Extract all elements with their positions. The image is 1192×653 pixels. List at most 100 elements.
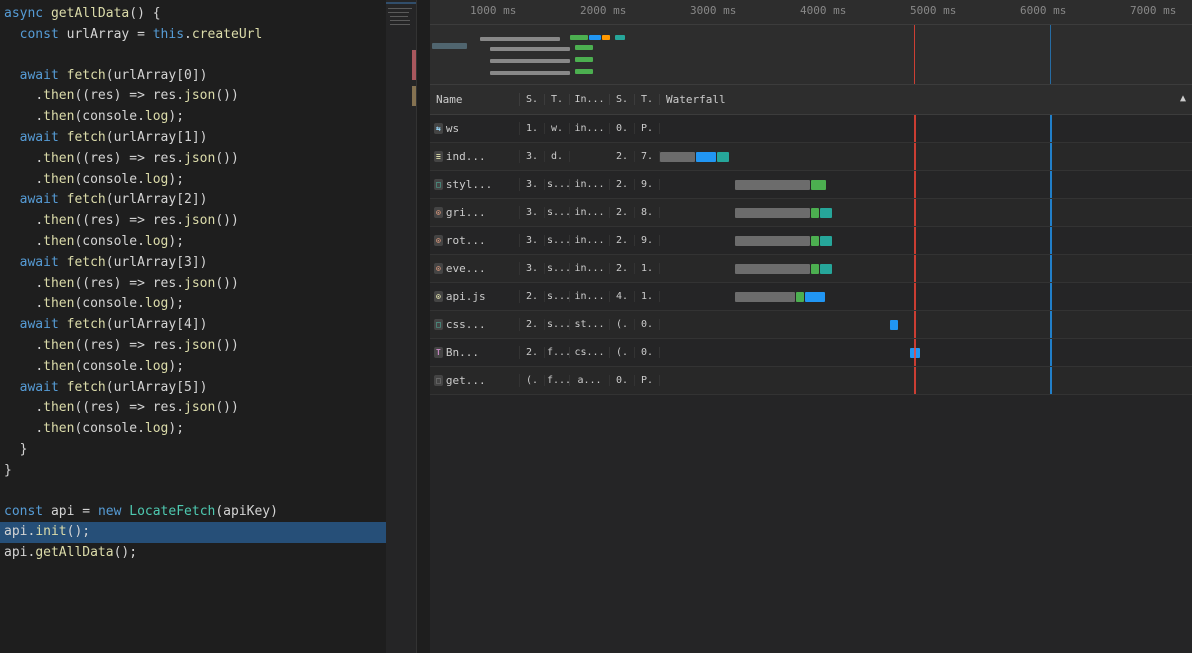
waterfall-vline (914, 227, 916, 254)
cell-status: 3. (520, 207, 545, 218)
waterfall-vline (914, 171, 916, 198)
cell-time: P. (635, 375, 660, 386)
js-icon: ⊙ (434, 291, 443, 302)
code-line: .then(console.log); (0, 294, 430, 315)
th-status: S. (520, 94, 545, 105)
table-row[interactable]: ⊙api.js2.s...in...4.1. (430, 283, 1192, 311)
row-name-text: Bn... (446, 346, 479, 359)
waterfall-bar (735, 264, 810, 274)
cell-status: (. (520, 375, 545, 386)
cell-status: 2. (520, 347, 545, 358)
cell-initiator: in... (570, 291, 610, 302)
cell-size: (. (610, 347, 635, 358)
table-row[interactable]: ⊙rot...3.s...in...2.9. (430, 227, 1192, 255)
row-name-text: styl... (446, 178, 492, 191)
waterfall-vline (1050, 311, 1052, 338)
waterfall-vline (914, 283, 916, 310)
waterfall-vline (1050, 255, 1052, 282)
cell-type: s... (545, 179, 570, 190)
network-panel: 1000 ms2000 ms3000 ms4000 ms5000 ms6000 … (430, 0, 1192, 653)
cell-name: □styl... (430, 178, 520, 191)
table-row[interactable]: TBn...2.f...cs...(.0. (430, 339, 1192, 367)
table-row[interactable]: □styl...3.s...in...2.9. (430, 171, 1192, 199)
cell-waterfall (660, 367, 1192, 394)
row-name-text: gri... (446, 206, 486, 219)
code-line: const urlArray = this.createUrl (0, 25, 430, 46)
css-icon: □ (434, 179, 443, 190)
cell-initiator: in... (570, 235, 610, 246)
cell-initiator: in... (570, 123, 610, 134)
code-scrollbar[interactable] (416, 0, 430, 653)
cell-time: 1. (635, 291, 660, 302)
code-editor[interactable]: async getAllData() { const urlArray = th… (0, 0, 430, 653)
cell-initiator: a... (570, 375, 610, 386)
cell-initiator: in... (570, 207, 610, 218)
table-row[interactable]: ⊙eve...3.s...in...2.1. (430, 255, 1192, 283)
doc-icon: ≡ (434, 151, 443, 162)
code-line: .then(console.log); (0, 170, 430, 191)
cell-status: 3. (520, 263, 545, 274)
ruler-label: 1000 ms (470, 4, 516, 17)
img-icon: ⊙ (434, 207, 443, 218)
cell-type: f... (545, 347, 570, 358)
code-line: .then((res) => res.json()) (0, 336, 430, 357)
cell-waterfall (660, 143, 1192, 170)
code-line: await fetch(urlArray[1]) (0, 128, 430, 149)
cell-size: 2. (610, 263, 635, 274)
cell-type: s... (545, 235, 570, 246)
table-row[interactable]: ⇆ws1.w.in...0.P. (430, 115, 1192, 143)
table-body: ⇆ws1.w.in...0.P.≡ind...3.d.2.7.□styl...3… (430, 115, 1192, 653)
ruler-label: 2000 ms (580, 4, 626, 17)
code-line: .then(console.log); (0, 419, 430, 440)
cell-status: 3. (520, 235, 545, 246)
cell-name: ⊙rot... (430, 234, 520, 247)
waterfall-bar (820, 264, 832, 274)
waterfall-bar (735, 236, 810, 246)
code-line: .then((res) => res.json()) (0, 149, 430, 170)
table-row[interactable]: ⊙gri...3.s...in...2.8. (430, 199, 1192, 227)
img-icon: ⊙ (434, 235, 443, 246)
waterfall-bar (735, 180, 810, 190)
code-line: .then((res) => res.json()) (0, 211, 430, 232)
code-line: await fetch(urlArray[4]) (0, 315, 430, 336)
cell-status: 2. (520, 291, 545, 302)
row-name-text: eve... (446, 262, 486, 275)
css-icon: □ (434, 319, 443, 330)
table-header: Name S. T. In... S. T. Waterfall ▲ (430, 85, 1192, 115)
th-name: Name (430, 93, 520, 106)
table-row[interactable]: □get...(.f...a...0.P. (430, 367, 1192, 395)
code-line: api.init(); (0, 522, 430, 543)
ruler-label: 6000 ms (1020, 4, 1066, 17)
cell-name: ⊙gri... (430, 206, 520, 219)
cell-type: s... (545, 207, 570, 218)
cell-time: P. (635, 123, 660, 134)
waterfall-bar (811, 264, 819, 274)
waterfall-vline (914, 115, 916, 142)
sort-arrow-icon[interactable]: ▲ (1180, 93, 1186, 104)
code-line: .then((res) => res.json()) (0, 274, 430, 295)
cell-status: 1. (520, 123, 545, 134)
waterfall-vline (1050, 143, 1052, 170)
cell-initiator: cs... (570, 347, 610, 358)
waterfall-vline (1050, 227, 1052, 254)
waterfall-bar (820, 236, 832, 246)
waterfall-bar (805, 292, 825, 302)
code-line (0, 482, 430, 502)
waterfall-vline (1050, 115, 1052, 142)
table-row[interactable]: ≡ind...3.d.2.7. (430, 143, 1192, 171)
code-line (0, 46, 430, 66)
cell-waterfall (660, 283, 1192, 310)
code-line: .then(console.log); (0, 107, 430, 128)
cell-waterfall (660, 311, 1192, 338)
row-name-text: css... (446, 318, 486, 331)
code-line: api.getAllData(); (0, 543, 430, 564)
cell-size: 0. (610, 375, 635, 386)
waterfall-bar (811, 180, 826, 190)
cell-size: 2. (610, 207, 635, 218)
font-icon: T (434, 347, 443, 358)
ws-icon: ⇆ (434, 123, 443, 134)
cell-name: ⇆ws (430, 122, 520, 135)
table-row[interactable]: □css...2.s...st...(.0. (430, 311, 1192, 339)
cell-waterfall (660, 171, 1192, 198)
th-initiator: In... (570, 94, 610, 105)
